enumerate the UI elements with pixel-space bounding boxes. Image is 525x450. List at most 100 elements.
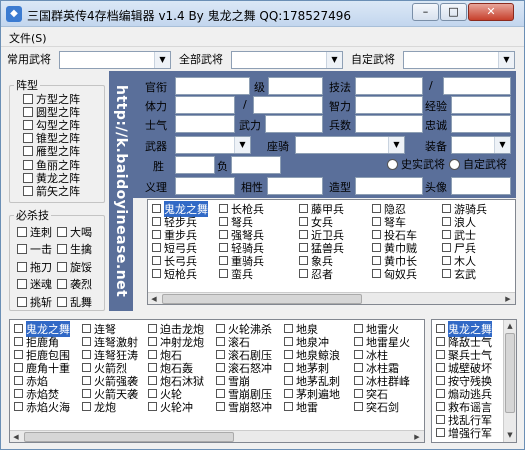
checkbox-icon xyxy=(148,350,157,359)
troops-item[interactable]: 藤甲兵 xyxy=(297,202,370,216)
wins-input[interactable] xyxy=(175,156,215,174)
checkbox-icon xyxy=(284,337,293,346)
troops-input[interactable] xyxy=(355,115,423,133)
losses-input[interactable] xyxy=(231,156,281,174)
minimize-button[interactable]: – xyxy=(412,3,439,21)
window-title: 三国群英传4存档编辑器 v1.4 By 鬼龙之舞 QQ:178527496 xyxy=(27,9,352,23)
checkbox-icon xyxy=(148,389,157,398)
special-checkbox[interactable]: 生擒 xyxy=(57,243,92,256)
scroll-thumb[interactable] xyxy=(24,432,234,442)
skills-item[interactable]: 雪崩怒冲 xyxy=(214,400,282,414)
affinity-input[interactable] xyxy=(267,177,323,195)
chevron-right-icon[interactable]: ▶ xyxy=(502,293,514,304)
chevron-down-icon: ▼ xyxy=(234,137,250,153)
checkbox-icon xyxy=(284,350,293,359)
equip-label: 装备 xyxy=(425,140,447,153)
troops-item[interactable]: 玄武 xyxy=(440,267,510,281)
chevron-up-icon[interactable]: ▲ xyxy=(504,320,516,332)
special-checkbox[interactable]: 连刺 xyxy=(17,225,52,239)
scroll-thumb[interactable] xyxy=(505,333,515,413)
troops-item[interactable]: 忍者 xyxy=(297,267,370,281)
equip-select[interactable]: ▼ xyxy=(451,136,511,154)
checkbox-icon xyxy=(442,269,451,278)
intel-input[interactable] xyxy=(355,96,423,114)
righteousness-input[interactable] xyxy=(175,177,235,195)
all-general-select[interactable]: ▼ xyxy=(231,51,343,69)
skills-item[interactable]: 龙炮 xyxy=(80,400,146,414)
skill-max-input[interactable] xyxy=(443,77,511,95)
maximize-button[interactable]: □ xyxy=(440,3,467,21)
checkbox-icon xyxy=(372,243,381,252)
checkbox-icon xyxy=(354,389,363,398)
title-bar[interactable]: ◆ 三国群英传4存档编辑器 v1.4 By 鬼龙之舞 QQ:178527496 … xyxy=(1,1,524,27)
mount-select[interactable]: ▼ xyxy=(295,136,405,154)
custom-general-radio[interactable]: 自定武将 xyxy=(449,156,507,172)
history-general-radio[interactable]: 史实武将 xyxy=(387,156,445,172)
skill-list[interactable]: 鬼龙之舞 连弩 迫击龙炮 火轮沸杀 地泉 地雷火 拒鹿角 连弩激射 冲射龙炮 滚石 地泉冲 地雷星火拒… xyxy=(9,319,425,443)
skills-item[interactable]: 突石剑 xyxy=(352,400,422,414)
skill-input[interactable] xyxy=(355,77,423,95)
troops-item[interactable]: 猛兽兵 xyxy=(297,241,370,255)
troops-item[interactable]: 重骑兵 xyxy=(217,254,297,268)
special-checkbox[interactable]: 大喝 xyxy=(57,225,92,239)
chevron-down-icon[interactable]: ▼ xyxy=(504,429,516,441)
checkbox-icon xyxy=(23,119,33,130)
checkbox-icon xyxy=(354,376,363,385)
troops-item[interactable]: 匈奴兵 xyxy=(370,267,440,281)
special-checkbox[interactable]: 挑斩 xyxy=(17,295,52,309)
hp-label: 体力 xyxy=(145,100,167,113)
skill-hscroll[interactable]: ◀ ▶ xyxy=(10,430,424,442)
checkbox-icon xyxy=(152,217,161,226)
troops-item[interactable]: 象兵 xyxy=(297,254,370,268)
custom-general-select[interactable]: ▼ xyxy=(403,51,515,69)
special-label: 拖刀 xyxy=(30,260,52,274)
loyalty-input[interactable] xyxy=(451,115,511,133)
menu-bar: 文件(S) xyxy=(1,27,524,47)
troops-item[interactable]: 蛮兵 xyxy=(217,267,297,281)
weapon-select[interactable]: ▼ xyxy=(175,136,251,154)
troop-hscroll[interactable]: ◀ ▶ xyxy=(148,292,515,304)
skills-item[interactable]: 赤焰火海 xyxy=(12,400,80,414)
troops-item[interactable]: 短枪兵 xyxy=(150,267,217,281)
force-input[interactable] xyxy=(265,115,323,133)
troop-type-list[interactable]: 鬼龙之舞 长枪兵 藤甲兵 隐忍 游骑兵 轻步兵 弩兵 女兵 弩车 浪人 重步兵 强弩兵 近卫兵 投石车 武士… xyxy=(147,199,516,305)
checkbox-icon xyxy=(436,363,445,372)
checkbox-icon xyxy=(17,296,27,307)
checkbox-icon xyxy=(23,106,33,117)
morale-input[interactable] xyxy=(175,115,235,133)
checkbox-icon xyxy=(14,389,23,398)
checkbox-icon xyxy=(14,324,23,333)
special-checkbox[interactable]: 一击 xyxy=(17,243,52,256)
skills-item[interactable]: 地雷 xyxy=(282,400,352,414)
level-input[interactable] xyxy=(268,77,323,95)
close-button[interactable]: ✕ xyxy=(468,3,514,21)
special-checkbox[interactable]: 拖刀 xyxy=(17,260,52,274)
special-checkbox[interactable]: 袭烈 xyxy=(57,278,92,291)
hp-input[interactable] xyxy=(175,96,235,114)
troops-label: 匈奴兵 xyxy=(384,267,417,281)
chevron-right-icon[interactable]: ▶ xyxy=(411,431,423,442)
rank-input[interactable] xyxy=(175,77,250,95)
exp-input[interactable] xyxy=(451,96,511,114)
common-general-select[interactable]: ▼ xyxy=(59,51,171,69)
formation-checkbox[interactable]: 箭矢之阵 xyxy=(23,184,80,198)
tactic-grid: 鬼龙之舞 降敌士气 聚兵士气 城壁破坏 按守残换 煽动逃兵 救布谣言 找乱行军 增强行军 xyxy=(434,320,502,440)
special-checkbox[interactable]: 迷魂 xyxy=(17,278,52,291)
checkbox-icon xyxy=(442,204,451,213)
troops-label: 蛮兵 xyxy=(231,267,253,281)
special-label: 一击 xyxy=(30,243,52,256)
scroll-thumb[interactable] xyxy=(162,294,362,304)
portrait-input[interactable] xyxy=(451,177,511,195)
troops-item[interactable]: 长枪兵 xyxy=(217,202,297,216)
skills-item[interactable]: 火轮冲 xyxy=(146,400,214,414)
model-input[interactable] xyxy=(355,177,423,195)
menu-file[interactable]: 文件(S) xyxy=(9,30,47,46)
extras-item[interactable]: 增强行军 xyxy=(434,426,502,440)
tactic-list[interactable]: 鬼龙之舞 降敌士气 聚兵士气 城壁破坏 按守残换 煽动逃兵 救布谣言 找乱行军 增强行军 ▲ ▼ xyxy=(431,319,517,443)
chevron-left-icon[interactable]: ◀ xyxy=(148,293,160,304)
hp-max-input[interactable] xyxy=(253,96,323,114)
chevron-left-icon[interactable]: ◀ xyxy=(10,431,22,442)
special-checkbox[interactable]: 乱舞 xyxy=(57,295,92,309)
tactic-vscroll[interactable]: ▲ ▼ xyxy=(503,320,516,442)
special-checkbox[interactable]: 旋馁 xyxy=(57,260,92,274)
